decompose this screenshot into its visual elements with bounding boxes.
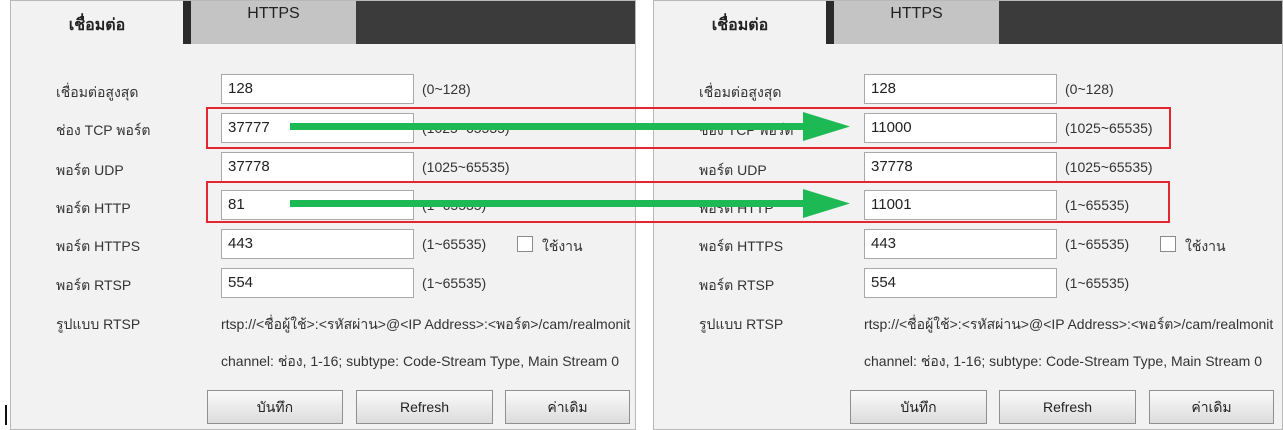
arrow-right-icon: [290, 189, 850, 218]
arrow-right-icon: [290, 112, 850, 141]
text-cursor: [5, 405, 7, 425]
annotation-arrows: [290, 112, 850, 218]
